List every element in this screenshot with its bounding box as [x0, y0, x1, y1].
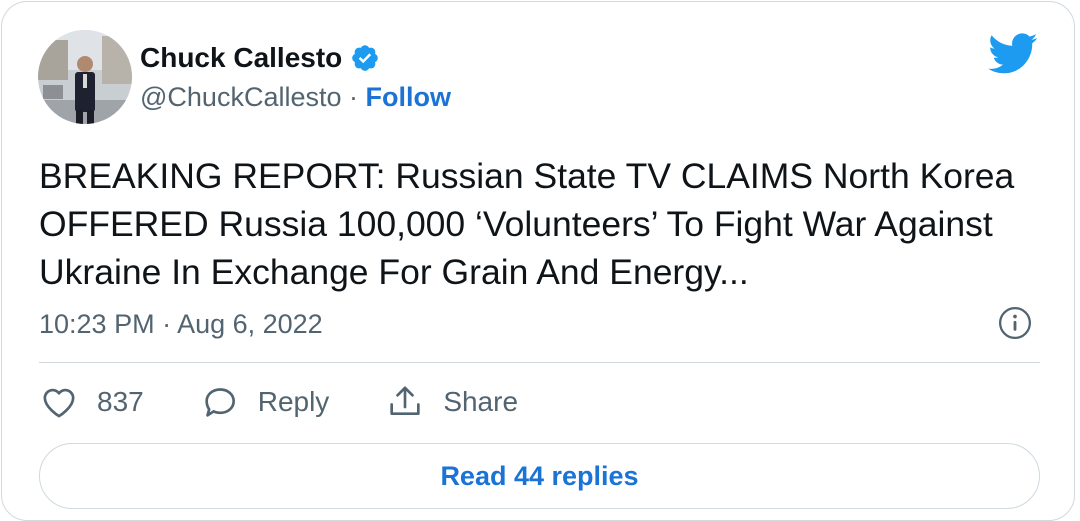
separator: · [349, 82, 359, 112]
handle-row: @ChuckCallesto · Follow [140, 82, 451, 113]
divider [39, 362, 1040, 363]
follow-button[interactable]: Follow [366, 82, 451, 112]
tweet-timestamp[interactable]: 10:23 PM · Aug 6, 2022 [39, 309, 323, 340]
share-label: Share [443, 386, 519, 417]
author-name[interactable]: Chuck Callesto [140, 42, 342, 74]
share-button[interactable]: Share [385, 382, 518, 422]
reply-label: Reply [257, 386, 330, 417]
read-replies-button[interactable]: Read 44 replies [39, 443, 1040, 509]
reply-bubble-icon [205, 388, 235, 417]
author-handle[interactable]: @ChuckCallesto [140, 82, 342, 112]
action-bar: 837 Reply Share [39, 382, 574, 422]
info-icon[interactable] [998, 306, 1032, 340]
avatar-photo [38, 30, 132, 124]
verified-badge-icon [352, 45, 379, 71]
like-count: 837 [97, 386, 144, 417]
avatar[interactable] [38, 30, 132, 124]
like-button[interactable]: 837 [39, 382, 144, 422]
author-name-row[interactable]: Chuck Callesto [140, 42, 380, 74]
tweet-text: BREAKING REPORT: Russian State TV CLAIMS… [39, 156, 1015, 292]
reply-button[interactable]: Reply [200, 382, 330, 422]
twitter-bird-icon[interactable] [988, 32, 1038, 76]
tweet-card: Chuck Callesto @ChuckCallesto · Follow B… [1, 1, 1075, 521]
share-icon [390, 386, 420, 415]
heart-icon [43, 388, 75, 418]
